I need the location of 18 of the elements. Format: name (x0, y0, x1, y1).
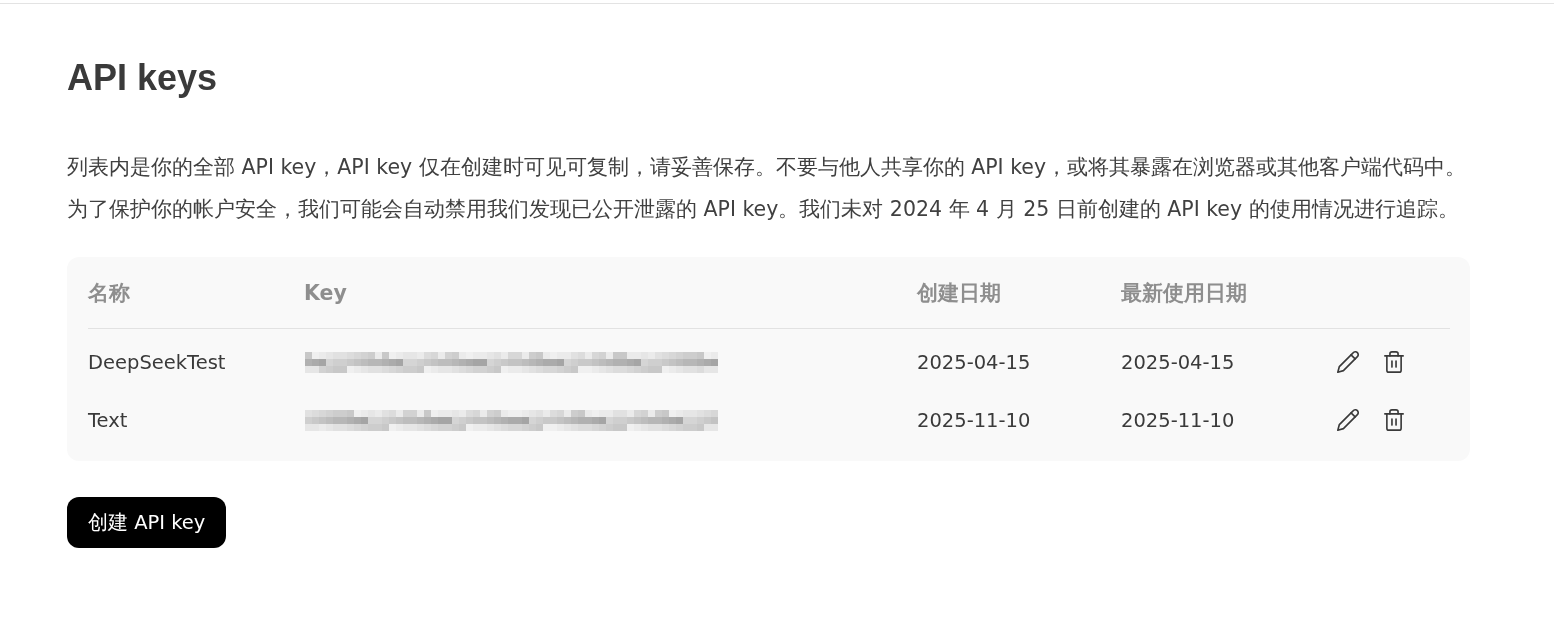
description-text: 列表内是你的全部 API key，API key 仅在创建时可见可复制，请妥善保存。不要与他人共享你的 API key，或将其暴露在浏览器或其他客户端代码中。 (67, 154, 1467, 181)
key-name-cell: Text (88, 408, 128, 432)
trash-icon[interactable] (1384, 409, 1404, 431)
column-header: Key (304, 280, 347, 305)
pencil-icon[interactable] (1337, 409, 1359, 431)
created-date-cell: 2025-04-15 (917, 350, 1031, 374)
column-header: 名称 (88, 279, 130, 307)
description-text: 为了保护你的帐户安全，我们可能会自动禁用我们发现已公开泄露的 API key。我们未对 2024 年 4 月 25 日前创建的 API key 的使用情况进行追踪。 (67, 196, 1459, 223)
column-header: 最新使用日期 (1121, 279, 1247, 307)
last-used-date-cell: 2025-11-10 (1121, 408, 1235, 432)
last-used-date-cell: 2025-04-15 (1121, 350, 1235, 374)
column-header: 创建日期 (917, 279, 1001, 307)
key-name-cell: DeepSeekTest (88, 350, 226, 374)
pencil-icon[interactable] (1337, 351, 1359, 373)
create-api-key-button[interactable]: 创建 API key (67, 497, 227, 548)
created-date-cell: 2025-11-10 (917, 408, 1031, 432)
page-title: API keys (67, 56, 218, 100)
trash-icon[interactable] (1384, 351, 1404, 373)
